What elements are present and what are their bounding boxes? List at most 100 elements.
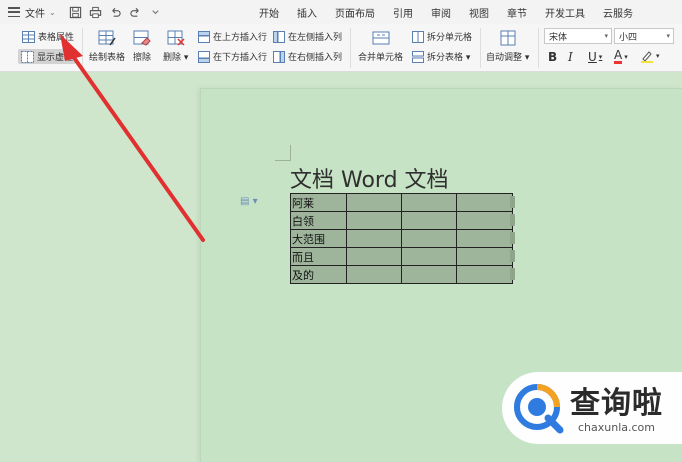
auto-fit-label: 自动调整 ▾ xyxy=(486,53,530,63)
tab-view[interactable]: 视图 xyxy=(460,5,498,20)
magnifier-logo-icon xyxy=(514,384,564,434)
table-cell[interactable] xyxy=(346,265,402,284)
highlight-button[interactable]: ▾ xyxy=(640,49,660,63)
table-cell[interactable]: 阿莱 xyxy=(290,193,347,212)
eraser-icon xyxy=(133,30,151,46)
insert-col-right-button[interactable]: 在右侧插入列 xyxy=(273,50,342,63)
table-cell[interactable] xyxy=(456,211,513,230)
table-cell[interactable] xyxy=(456,193,513,212)
row-resize-handle[interactable] xyxy=(510,250,515,262)
chevron-down-icon[interactable]: ⌄ xyxy=(49,8,56,17)
chevron-down-icon: ▾ xyxy=(666,32,670,40)
undo-icon[interactable] xyxy=(106,2,126,22)
tab-references[interactable]: 引用 xyxy=(384,5,422,20)
watermark: 查询啦 chaxunla.com xyxy=(502,372,682,444)
highlighter-icon xyxy=(641,51,653,63)
chevron-down-icon: ▾ xyxy=(656,52,660,60)
font-color-label: A xyxy=(614,48,623,64)
table-cell[interactable] xyxy=(401,229,457,248)
tab-section[interactable]: 章节 xyxy=(498,5,536,20)
split-table-label: 拆分表格 ▾ xyxy=(427,53,471,63)
insert-row-below-icon xyxy=(198,50,210,63)
table-cell[interactable] xyxy=(401,247,457,266)
delete-button[interactable]: 删除 ▾ xyxy=(163,29,188,63)
save-icon[interactable] xyxy=(66,2,86,22)
customize-toolbar-icon[interactable] xyxy=(146,2,166,22)
table-row: 而且 xyxy=(290,247,513,266)
table-row: 及的 xyxy=(290,265,513,284)
split-cells-label: 拆分单元格 xyxy=(427,33,473,43)
auto-fit-button[interactable]: 自动调整 ▾ xyxy=(486,29,529,63)
tab-start[interactable]: 开始 xyxy=(250,5,288,20)
insert-col-left-label: 在左侧插入列 xyxy=(288,33,343,43)
document-title[interactable]: 文档 Word 文档 xyxy=(290,162,449,194)
table-cell[interactable] xyxy=(401,265,457,284)
print-icon[interactable] xyxy=(86,2,106,22)
table-row: 白领 xyxy=(290,211,513,230)
table-cell[interactable]: 大范围 xyxy=(290,229,347,248)
font-color-button[interactable]: A ▾ xyxy=(614,49,628,64)
split-table-icon xyxy=(412,50,424,63)
table-cell[interactable] xyxy=(456,265,513,284)
table-cell[interactable] xyxy=(456,229,513,248)
merge-cells-button[interactable]: 合并单元格 xyxy=(358,29,403,63)
underline-button[interactable]: U ▾ xyxy=(588,50,602,64)
insert-col-left-button[interactable]: 在左侧插入列 xyxy=(273,30,342,43)
table-cell[interactable] xyxy=(346,247,402,266)
table-cell[interactable] xyxy=(401,193,457,212)
gridlines-icon xyxy=(21,50,34,63)
tab-review[interactable]: 审阅 xyxy=(422,5,460,20)
font-name-value: 宋体 xyxy=(549,32,568,43)
hamburger-menu-icon[interactable] xyxy=(8,7,20,17)
table-cell[interactable]: 白领 xyxy=(290,211,347,230)
menu-bar: 文件 ⌄ 开始 插入 页面布局 引用 审阅 视图 章节 开发工具 云服务 xyxy=(0,0,682,24)
table-properties-icon xyxy=(22,30,35,43)
ribbon-separator xyxy=(350,28,351,68)
table-cell[interactable] xyxy=(401,211,457,230)
bold-button[interactable]: B xyxy=(548,50,557,64)
tab-insert[interactable]: 插入 xyxy=(288,5,326,20)
underline-label: U xyxy=(588,50,597,64)
margin-corner-mark xyxy=(275,145,291,161)
insert-row-below-button[interactable]: 在下方插入行 xyxy=(198,50,267,63)
table-cell[interactable] xyxy=(346,193,402,212)
row-resize-handle[interactable] xyxy=(510,268,515,280)
split-cells-button[interactable]: 拆分单元格 xyxy=(412,30,472,43)
eraser-button[interactable]: 擦除 xyxy=(133,29,151,63)
redo-icon[interactable] xyxy=(126,2,146,22)
show-gridlines-button[interactable]: 显示虚框 xyxy=(18,49,77,64)
document-table[interactable]: 阿莱 白领 大范围 而且 及的 xyxy=(290,193,513,284)
draw-table-button[interactable]: 绘制表格 xyxy=(89,29,125,63)
bold-label: B xyxy=(548,50,558,64)
row-resize-handle[interactable] xyxy=(510,214,515,226)
table-cell[interactable] xyxy=(346,229,402,248)
insert-row-below-label: 在下方插入行 xyxy=(213,53,268,63)
font-name-select[interactable]: 宋体 ▾ xyxy=(544,28,612,44)
font-size-select[interactable]: 小四 ▾ xyxy=(614,28,674,44)
table-properties-button[interactable]: 表格属性 xyxy=(22,30,74,43)
auto-fit-icon xyxy=(500,30,516,46)
insert-row-above-label: 在上方插入行 xyxy=(213,33,268,43)
tab-developer[interactable]: 开发工具 xyxy=(536,5,594,20)
tab-page-layout[interactable]: 页面布局 xyxy=(326,5,384,20)
table-cell[interactable]: 而且 xyxy=(290,247,347,266)
paste-options-icon[interactable]: ▤ ▾ xyxy=(240,196,258,207)
ribbon-separator xyxy=(480,28,481,68)
ribbon-separator xyxy=(82,28,83,68)
split-cells-icon xyxy=(412,30,424,43)
table-cell[interactable] xyxy=(456,247,513,266)
insert-row-above-button[interactable]: 在上方插入行 xyxy=(198,30,267,43)
table-cell[interactable]: 及的 xyxy=(290,265,347,284)
ribbon-toolbar: 表格属性 显示虚框 绘制表格 擦除 删除 ▾ 在上方插入行 在下方插入行 在左侧… xyxy=(0,24,682,72)
tab-cloud[interactable]: 云服务 xyxy=(594,5,642,20)
split-table-button[interactable]: 拆分表格 ▾ xyxy=(412,50,470,63)
row-resize-handle[interactable] xyxy=(510,196,515,208)
italic-button[interactable]: I xyxy=(568,50,573,64)
ribbon-separator xyxy=(538,28,539,68)
table-row: 大范围 xyxy=(290,229,513,248)
delete-label: 删除 ▾ xyxy=(163,53,189,63)
watermark-brand: 查询啦 xyxy=(570,386,663,421)
file-menu[interactable]: 文件 xyxy=(25,5,45,20)
table-cell[interactable] xyxy=(346,211,402,230)
row-resize-handle[interactable] xyxy=(510,232,515,244)
